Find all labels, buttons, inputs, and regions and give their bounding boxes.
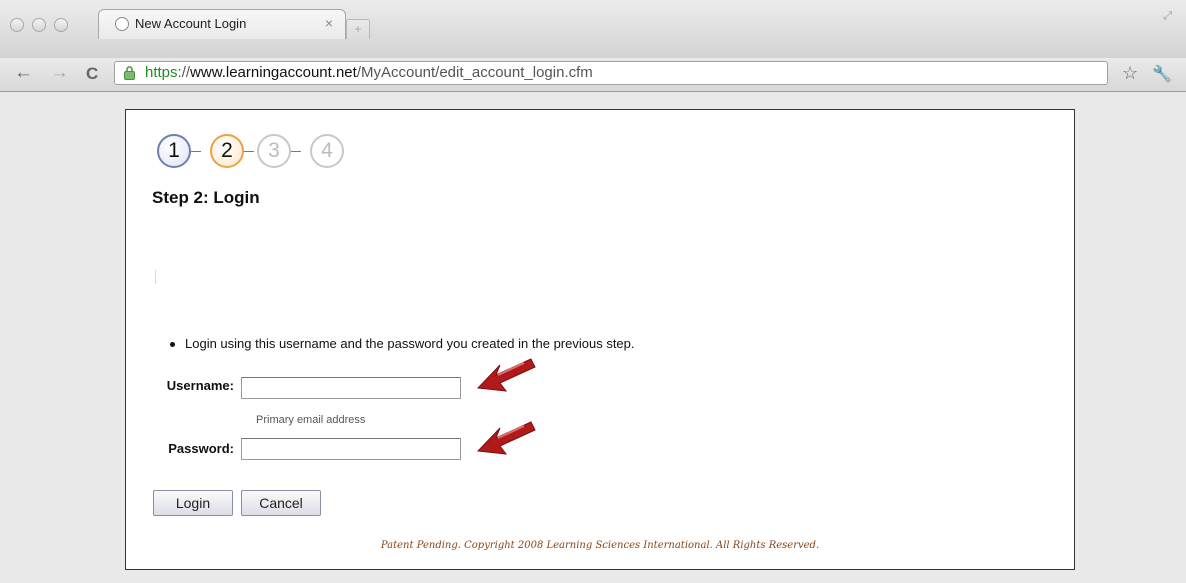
step-connector bbox=[291, 151, 301, 152]
forward-arrow-icon[interactable]: → bbox=[50, 63, 69, 83]
page-title: Step 2: Login bbox=[152, 188, 260, 207]
copyright-footer: Patent Pending. Copyright 2008 Learning … bbox=[380, 540, 820, 551]
red-arrow-icon bbox=[476, 421, 536, 455]
step-connector bbox=[191, 151, 201, 152]
url-separator: :// bbox=[177, 64, 191, 81]
instruction-text: Login using this username and the passwo… bbox=[185, 336, 635, 351]
tab-close-icon[interactable]: × bbox=[325, 15, 333, 31]
instruction-item: Login using this username and the passwo… bbox=[170, 336, 635, 351]
step-4: 4 bbox=[310, 134, 344, 168]
lock-icon bbox=[124, 66, 135, 80]
browser-tab[interactable]: New Account Login × bbox=[98, 9, 346, 39]
password-input[interactable] bbox=[241, 438, 461, 460]
bookmark-star-icon[interactable]: ☆ bbox=[1122, 63, 1138, 84]
cancel-button[interactable]: Cancel bbox=[241, 490, 321, 516]
address-bar[interactable]: https://www.learningaccount.net/MyAccoun… bbox=[114, 61, 1108, 85]
browser-toolbar: ← → C https://www.learningaccount.net/My… bbox=[0, 58, 1186, 92]
url-path: /MyAccount/edit_account_login.cfm bbox=[356, 64, 593, 81]
username-hint: Primary email address bbox=[256, 414, 366, 426]
new-tab-button[interactable]: + bbox=[346, 19, 370, 39]
globe-icon bbox=[115, 17, 129, 31]
bullet-icon bbox=[170, 342, 175, 348]
step-2: 2 bbox=[210, 134, 244, 168]
zoom-window-button[interactable] bbox=[54, 18, 68, 32]
username-label: Username: bbox=[166, 378, 234, 393]
url-host: www.learningaccount.net bbox=[190, 64, 357, 81]
step-1: 1 bbox=[157, 134, 191, 168]
close-window-button[interactable] bbox=[10, 18, 24, 32]
tab-title: New Account Login bbox=[135, 16, 247, 31]
url-scheme: https bbox=[145, 64, 178, 81]
url-text: https://www.learningaccount.net/MyAccoun… bbox=[145, 64, 593, 81]
back-arrow-icon[interactable]: ← bbox=[14, 63, 33, 83]
page-content: 1 2 3 4 Step 2: Login Login using this u… bbox=[125, 109, 1075, 570]
red-arrow-icon bbox=[476, 358, 536, 392]
username-input[interactable] bbox=[241, 377, 461, 399]
reload-icon[interactable]: C bbox=[86, 64, 98, 84]
minimize-window-button[interactable] bbox=[32, 18, 46, 32]
decorative-divider bbox=[155, 270, 156, 284]
password-label: Password: bbox=[168, 441, 234, 456]
step-connector bbox=[244, 151, 254, 152]
browser-titlebar: New Account Login × + ⤢ bbox=[0, 0, 1186, 58]
step-3: 3 bbox=[257, 134, 291, 168]
wrench-icon[interactable]: 🔧 bbox=[1152, 64, 1172, 84]
fullscreen-icon[interactable]: ⤢ bbox=[1163, 10, 1172, 23]
login-button[interactable]: Login bbox=[153, 490, 233, 516]
